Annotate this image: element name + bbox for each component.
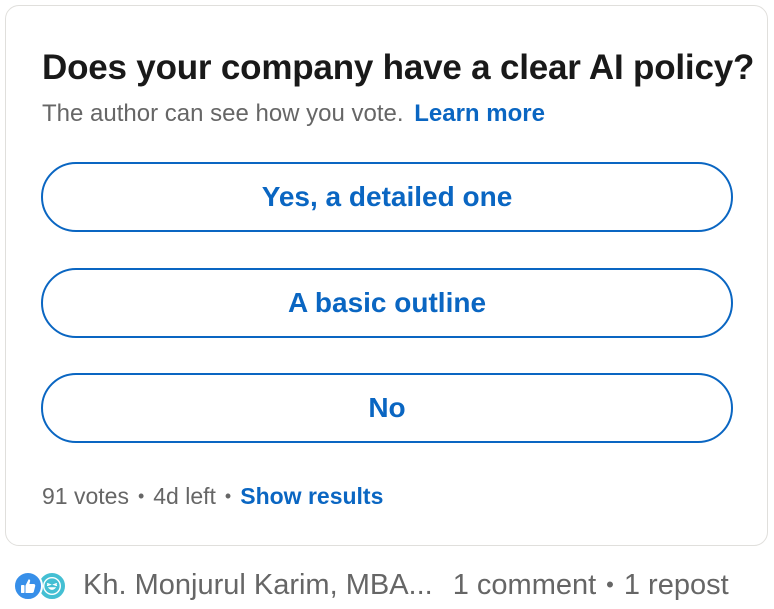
poll-option-3[interactable]: No [41,373,733,443]
poll-option-1[interactable]: Yes, a detailed one [41,162,733,232]
show-results-link[interactable]: Show results [240,483,383,510]
repost-count[interactable]: 1 repost [624,569,729,602]
reaction-icons[interactable] [13,568,75,602]
poll-footer: 91 votes • 4d left • Show results [42,483,383,510]
comment-count[interactable]: 1 comment [453,569,596,602]
learn-more-link[interactable]: Learn more [414,100,545,127]
separator-dot: • [606,572,614,597]
reaction-names[interactable]: Kh. Monjurul Karim, MBA... [83,569,433,602]
visibility-note-text: The author can see how you vote. [42,100,404,127]
vote-count: 91 votes [42,483,129,509]
separator-dot: • [137,486,145,506]
like-icon [13,571,43,601]
time-left: 4d left [153,483,216,509]
separator-dot: • [224,486,232,506]
poll-question: Does your company have a clear AI policy… [42,48,755,87]
social-counts-bar: Kh. Monjurul Karim, MBA... 1 comment • 1… [13,563,765,607]
engagement-counts: 1 comment • 1 repost [453,569,729,602]
poll-visibility-note: The author can see how you vote. Learn m… [42,100,545,128]
poll-card: Does your company have a clear AI policy… [5,5,768,546]
poll-option-2[interactable]: A basic outline [41,268,733,338]
